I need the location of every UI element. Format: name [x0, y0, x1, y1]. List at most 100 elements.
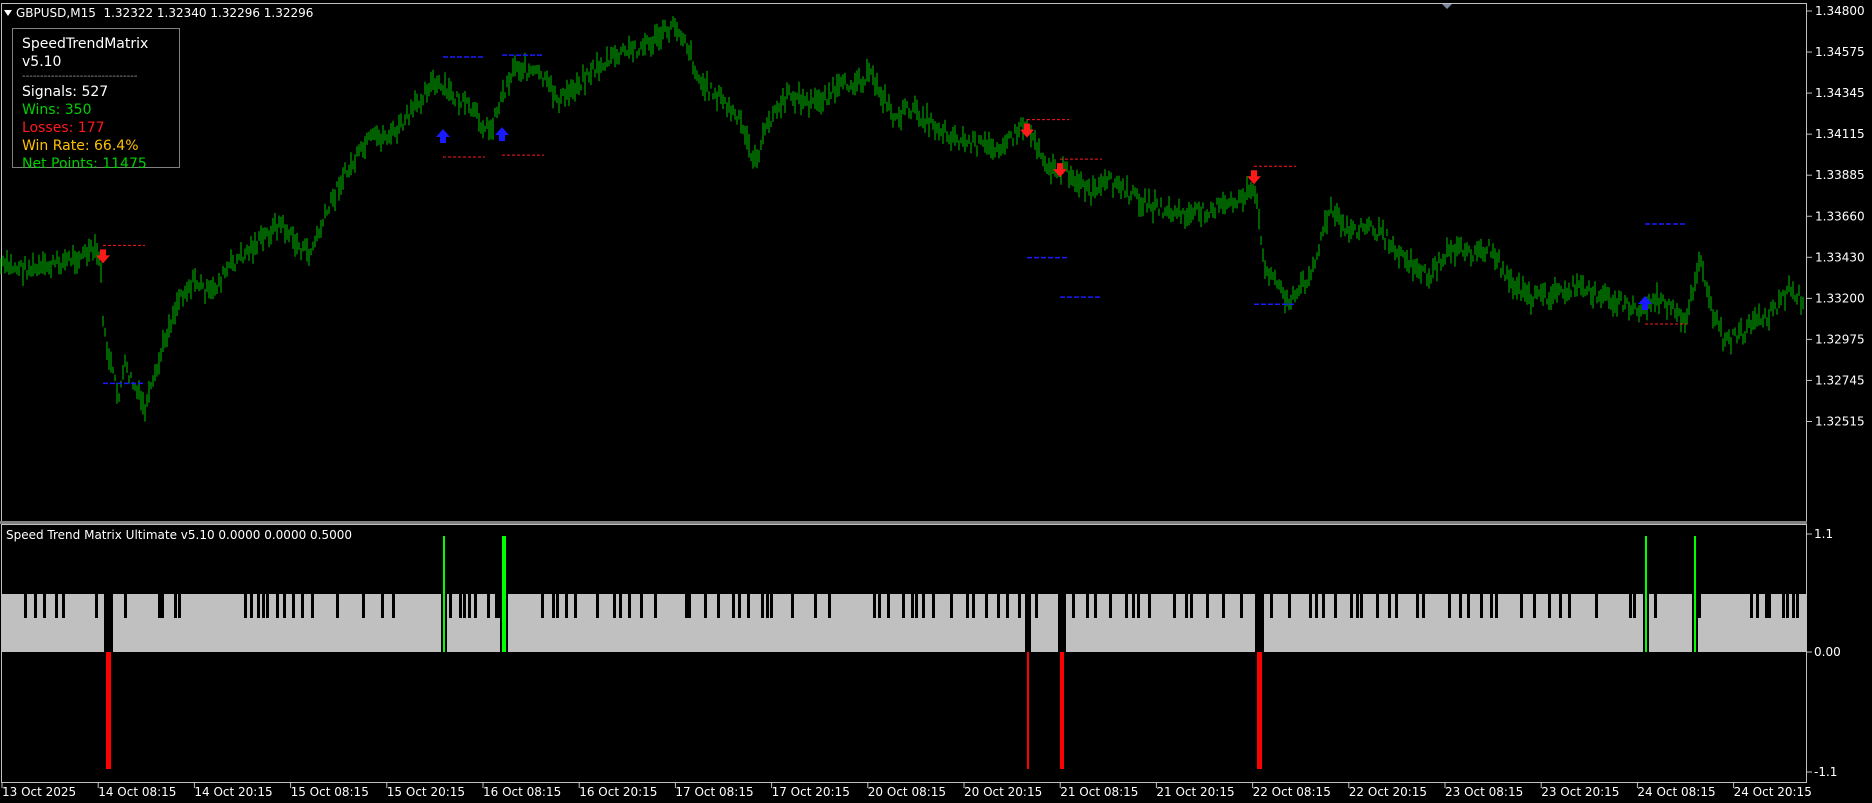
histogram-gap	[301, 594, 304, 618]
histogram-gap	[1137, 594, 1140, 618]
info-title: SpeedTrendMatrix v5.10	[22, 36, 149, 70]
histogram-gap	[459, 594, 462, 618]
histogram-gap	[902, 594, 905, 618]
symbol-header-text: GBPUSD,M15 1.32322 1.32340 1.32296 1.322…	[16, 6, 314, 20]
histogram-gap	[1559, 594, 1562, 618]
price-tick-label: 1.32975	[1815, 332, 1865, 346]
histogram-gap	[24, 594, 27, 618]
histogram-gap	[1568, 594, 1571, 618]
histogram-sell-spike	[1060, 652, 1064, 769]
histogram-gap	[766, 594, 769, 618]
info-panel: SpeedTrendMatrix v5.10 -----------------…	[12, 28, 180, 172]
window-splitter[interactable]	[0, 521, 1807, 524]
price-tick-label: 1.33885	[1815, 168, 1865, 182]
histogram-gap	[1782, 594, 1785, 618]
ind-tick-label-zero: 0.00	[1814, 645, 1841, 659]
histogram-gap	[556, 594, 559, 618]
histogram-gap	[381, 594, 384, 618]
histogram-gap	[814, 594, 817, 618]
histogram-gap	[1467, 594, 1470, 618]
histogram-gap	[1595, 594, 1598, 618]
histogram-buy-spike	[502, 536, 506, 652]
histogram-gap	[1416, 594, 1419, 618]
price-tick-label: 1.32745	[1815, 373, 1865, 387]
histogram-gap	[1309, 594, 1312, 618]
histogram-gap	[770, 594, 773, 618]
histogram-gap	[174, 594, 177, 618]
histogram-gap	[1315, 594, 1318, 618]
chart-canvas[interactable]: 1.34800 1.34575 1.34345 1.34115 1.33885 1.336…	[0, 0, 1872, 803]
histogram-gap	[828, 594, 831, 618]
histogram-gap	[1125, 594, 1128, 618]
histogram-gap	[1490, 594, 1493, 618]
histogram-gap	[552, 594, 555, 618]
histogram-gap	[124, 594, 127, 618]
histogram-gap	[1086, 594, 1089, 618]
histogram-gap	[747, 594, 750, 618]
histogram-gap	[1148, 594, 1151, 618]
histogram-gap	[613, 594, 616, 618]
time-tick-label: 14 Oct 20:15	[194, 785, 272, 799]
histogram-gap	[911, 594, 914, 618]
histogram-gap	[283, 594, 286, 618]
histogram-gap	[541, 594, 544, 618]
histogram-gap	[1206, 594, 1209, 618]
time-tick-label: 16 Oct 20:15	[579, 785, 657, 799]
histogram-gap	[932, 594, 935, 618]
histogram-gap	[1240, 594, 1243, 618]
histogram-gap	[1132, 594, 1135, 618]
histogram-gap	[791, 594, 794, 618]
time-tick-label: 23 Oct 20:15	[1541, 785, 1619, 799]
histogram-sell-spike	[1257, 652, 1262, 769]
price-tick-label: 1.34575	[1815, 45, 1865, 59]
histogram-gap	[1750, 594, 1753, 618]
time-tick-label: 21 Oct 20:15	[1156, 785, 1234, 799]
price-tick-label: 1.34345	[1815, 86, 1865, 100]
histogram-gap	[972, 594, 975, 618]
time-tick-label: 22 Oct 08:15	[1253, 785, 1331, 799]
histogram-gap	[1395, 594, 1398, 618]
histogram-gap	[966, 594, 969, 618]
histogram-gap	[1094, 594, 1097, 618]
price-tick-label: 1.34115	[1815, 127, 1865, 141]
histogram-gap	[1222, 594, 1225, 618]
histogram-gap	[922, 594, 925, 618]
histogram-gap	[761, 594, 764, 618]
histogram-gap	[565, 594, 568, 618]
histogram-gap	[717, 594, 720, 618]
time-tick-label: 17 Oct 08:15	[675, 785, 753, 799]
time-tick-label: 17 Oct 20:15	[772, 785, 850, 799]
histogram-gap	[997, 594, 1000, 618]
histogram-gap	[1006, 594, 1009, 618]
histogram-gap	[1173, 594, 1176, 618]
histogram-gap	[1190, 594, 1193, 618]
price-tick-label: 1.34800	[1815, 4, 1865, 18]
histogram-gap	[1448, 594, 1451, 618]
price-tick-label: 1.33200	[1815, 291, 1865, 305]
histogram-gap	[262, 594, 265, 618]
histogram-gap	[685, 594, 688, 618]
histogram-gap	[1520, 594, 1523, 618]
histogram-gap	[619, 594, 622, 618]
time-tick-label: 20 Oct 20:15	[964, 785, 1042, 799]
chart-menu-triangle-icon[interactable]	[4, 10, 12, 16]
histogram-gap	[311, 594, 314, 618]
histogram-gap	[640, 594, 643, 618]
histogram-gap	[574, 594, 577, 618]
info-losses: Losses: 177	[22, 120, 105, 136]
histogram-gap	[1388, 594, 1391, 618]
histogram-gap	[1495, 594, 1498, 618]
symbol-header[interactable]: GBPUSD,M15 1.32322 1.32340 1.32296 1.322…	[4, 6, 313, 20]
histogram-gap	[336, 594, 339, 618]
histogram-gap	[1792, 594, 1795, 618]
histogram-gap	[1185, 594, 1188, 618]
time-tick-label: 24 Oct 20:15	[1734, 785, 1812, 799]
histogram-gap	[1459, 594, 1462, 618]
histogram-gap	[985, 594, 988, 618]
histogram-spike-gap	[1025, 594, 1031, 652]
histogram-gap	[1480, 594, 1483, 618]
info-separator: --------------------------------	[22, 71, 138, 82]
time-tick-label: 20 Oct 08:15	[868, 785, 946, 799]
histogram-gap	[915, 594, 918, 618]
histogram-gap	[244, 594, 247, 618]
